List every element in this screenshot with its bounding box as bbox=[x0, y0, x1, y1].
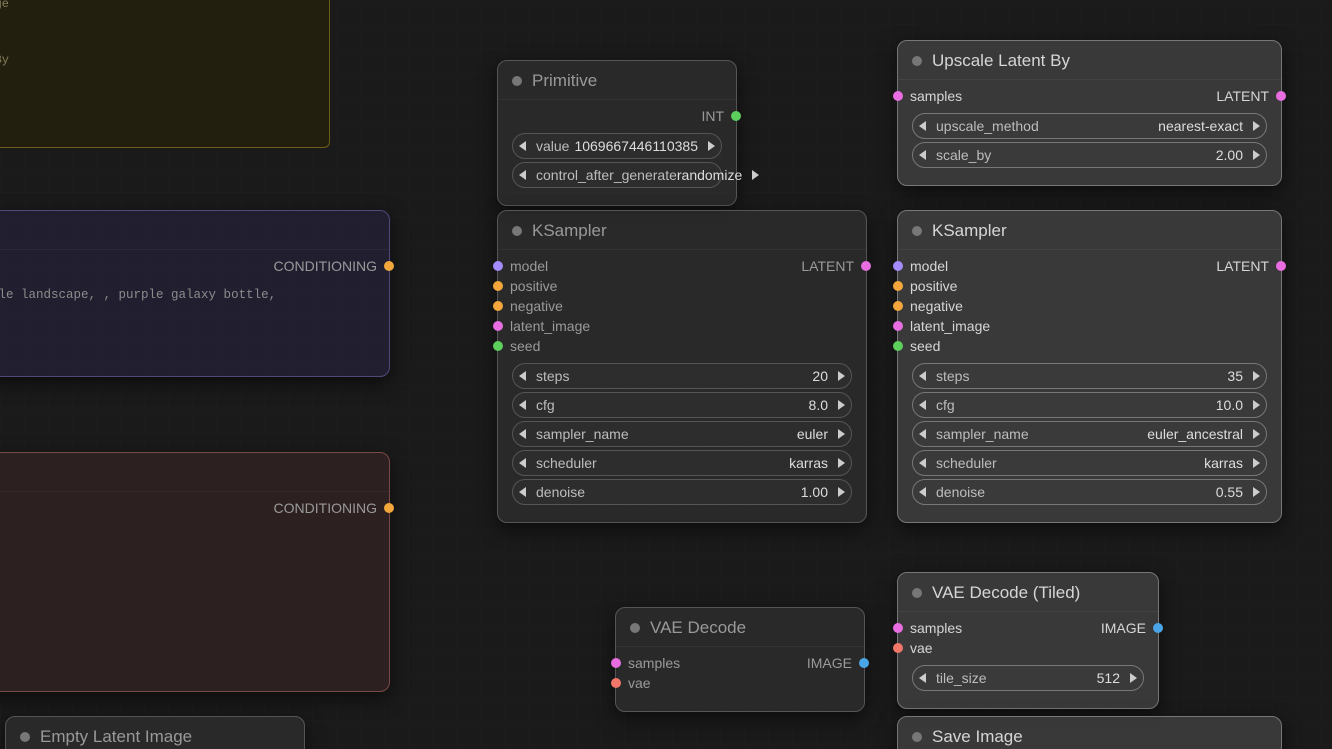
input-port-model[interactable]: model bbox=[508, 258, 590, 274]
node-collapse-dot[interactable] bbox=[912, 226, 922, 236]
prompt-text-area[interactable]: ery nature glass bottle landscape, , pur… bbox=[0, 280, 379, 362]
chevron-left-icon[interactable] bbox=[519, 371, 526, 381]
node-title: VAE Decode bbox=[650, 618, 746, 638]
node-collapse-dot[interactable] bbox=[912, 588, 922, 598]
node-collapse-dot[interactable] bbox=[512, 226, 522, 236]
param-upscale-method[interactable]: upscale_methodnearest-exact bbox=[912, 113, 1267, 139]
chevron-left-icon[interactable] bbox=[919, 487, 926, 497]
node-title: KSampler bbox=[932, 221, 1007, 241]
node-ksampler-2[interactable]: KSampler model positive negative latent_ima… bbox=[897, 210, 1282, 523]
node-primitive[interactable]: Primitive INT value1069667446110385 contr… bbox=[497, 60, 737, 206]
node-collapse-dot[interactable] bbox=[630, 623, 640, 633]
node-ksampler-1[interactable]: KSampler model positive negative latent_ima… bbox=[497, 210, 867, 523]
node-title: Upscale Latent By bbox=[932, 51, 1070, 71]
input-port-samples[interactable]: samples bbox=[908, 88, 962, 104]
output-port-conditioning[interactable]: CONDITIONING bbox=[274, 258, 379, 274]
chevron-right-icon[interactable] bbox=[752, 170, 759, 180]
input-port-seed[interactable]: seed bbox=[508, 338, 590, 354]
node-collapse-dot[interactable] bbox=[512, 76, 522, 86]
chevron-left-icon[interactable] bbox=[919, 150, 926, 160]
param-tile-size[interactable]: tile_size512 bbox=[912, 665, 1144, 691]
chevron-right-icon[interactable] bbox=[1253, 458, 1260, 468]
node-title: VAE Decode (Tiled) bbox=[932, 583, 1080, 603]
param-cfg[interactable]: cfg8.0 bbox=[512, 392, 852, 418]
node-collapse-dot[interactable] bbox=[912, 732, 922, 742]
input-port-latent-image[interactable]: latent_image bbox=[508, 318, 590, 334]
input-port-samples[interactable]: samples bbox=[908, 620, 962, 636]
param-sampler-name[interactable]: sampler_nameeuler bbox=[512, 421, 852, 447]
chevron-right-icon[interactable] bbox=[1253, 429, 1260, 439]
param-scheduler[interactable]: schedulerkarras bbox=[512, 450, 852, 476]
node-empty-latent-image[interactable]: Empty Latent Image bbox=[5, 716, 305, 749]
input-port-samples[interactable]: samples bbox=[626, 655, 680, 671]
node-title: Primitive bbox=[532, 71, 597, 91]
chevron-left-icon[interactable] bbox=[519, 458, 526, 468]
param-control-after-generate[interactable]: control_after_generaterandomize bbox=[512, 162, 722, 188]
output-port-image[interactable]: IMAGE bbox=[807, 655, 854, 671]
input-port-negative[interactable]: negative bbox=[508, 298, 590, 314]
chevron-left-icon[interactable] bbox=[519, 141, 526, 151]
input-port-vae[interactable]: vae bbox=[908, 640, 962, 656]
chevron-right-icon[interactable] bbox=[838, 458, 845, 468]
output-port-latent[interactable]: LATENT bbox=[1216, 258, 1271, 274]
chevron-left-icon[interactable] bbox=[919, 458, 926, 468]
output-port-int[interactable]: INT bbox=[701, 108, 726, 124]
chevron-left-icon[interactable] bbox=[519, 429, 526, 439]
chevron-right-icon[interactable] bbox=[1253, 150, 1260, 160]
input-port-positive[interactable]: positive bbox=[508, 278, 590, 294]
chevron-right-icon[interactable] bbox=[838, 487, 845, 497]
param-denoise[interactable]: denoise1.00 bbox=[512, 479, 852, 505]
param-value[interactable]: value1069667446110385 bbox=[512, 133, 722, 159]
chevron-right-icon[interactable] bbox=[838, 429, 845, 439]
node-title: Empty Latent Image bbox=[40, 727, 192, 747]
node-vae-decode[interactable]: VAE Decode samples vae IMAGE bbox=[615, 607, 865, 712]
input-port-negative[interactable]: negative bbox=[908, 298, 990, 314]
output-port-conditioning[interactable]: CONDITIONING bbox=[274, 500, 379, 516]
chevron-left-icon[interactable] bbox=[519, 170, 526, 180]
chevron-right-icon[interactable] bbox=[1253, 371, 1260, 381]
chevron-left-icon[interactable] bbox=[919, 429, 926, 439]
node-collapse-dot[interactable] bbox=[912, 56, 922, 66]
param-denoise[interactable]: denoise0.55 bbox=[912, 479, 1267, 505]
chevron-right-icon[interactable] bbox=[838, 371, 845, 381]
node-title: KSampler bbox=[532, 221, 607, 241]
sticky-note[interactable]: Image nt By 5~2 bbox=[0, 0, 330, 148]
chevron-right-icon[interactable] bbox=[1253, 400, 1260, 410]
output-port-image[interactable]: IMAGE bbox=[1101, 620, 1148, 636]
param-scale-by[interactable]: scale_by2.00 bbox=[912, 142, 1267, 168]
param-sampler-name[interactable]: sampler_nameeuler_ancestral bbox=[912, 421, 1267, 447]
input-port-seed[interactable]: seed bbox=[908, 338, 990, 354]
output-port-latent[interactable]: LATENT bbox=[1216, 88, 1271, 104]
node-upscale-latent-by[interactable]: Upscale Latent By samples LATENT upscale… bbox=[897, 40, 1282, 186]
chevron-left-icon[interactable] bbox=[919, 400, 926, 410]
input-port-vae[interactable]: vae bbox=[626, 675, 680, 691]
param-steps[interactable]: steps20 bbox=[512, 363, 852, 389]
node-clip-text-encode-positive[interactable]: Encode (Prompt) CONDITIONING ery nature … bbox=[0, 210, 390, 377]
node-clip-text-encode-negative[interactable]: Encode (Prompt) CONDITIONING bbox=[0, 452, 390, 692]
chevron-right-icon[interactable] bbox=[838, 400, 845, 410]
input-port-positive[interactable]: positive bbox=[908, 278, 990, 294]
chevron-right-icon[interactable] bbox=[1130, 673, 1137, 683]
param-steps[interactable]: steps35 bbox=[912, 363, 1267, 389]
input-port-latent-image[interactable]: latent_image bbox=[908, 318, 990, 334]
chevron-left-icon[interactable] bbox=[919, 371, 926, 381]
output-port-latent[interactable]: LATENT bbox=[801, 258, 856, 274]
param-cfg[interactable]: cfg10.0 bbox=[912, 392, 1267, 418]
chevron-left-icon[interactable] bbox=[519, 400, 526, 410]
input-port-model[interactable]: model bbox=[908, 258, 990, 274]
node-title: Save Image bbox=[932, 727, 1023, 747]
node-save-image[interactable]: Save Image bbox=[897, 716, 1282, 749]
node-collapse-dot[interactable] bbox=[20, 732, 30, 742]
param-scheduler[interactable]: schedulerkarras bbox=[912, 450, 1267, 476]
chevron-right-icon[interactable] bbox=[1253, 487, 1260, 497]
chevron-left-icon[interactable] bbox=[919, 673, 926, 683]
chevron-left-icon[interactable] bbox=[519, 487, 526, 497]
chevron-left-icon[interactable] bbox=[919, 121, 926, 131]
node-vae-decode-tiled[interactable]: VAE Decode (Tiled) samples vae IMAGE tile… bbox=[897, 572, 1159, 709]
chevron-right-icon[interactable] bbox=[1253, 121, 1260, 131]
chevron-right-icon[interactable] bbox=[708, 141, 715, 151]
